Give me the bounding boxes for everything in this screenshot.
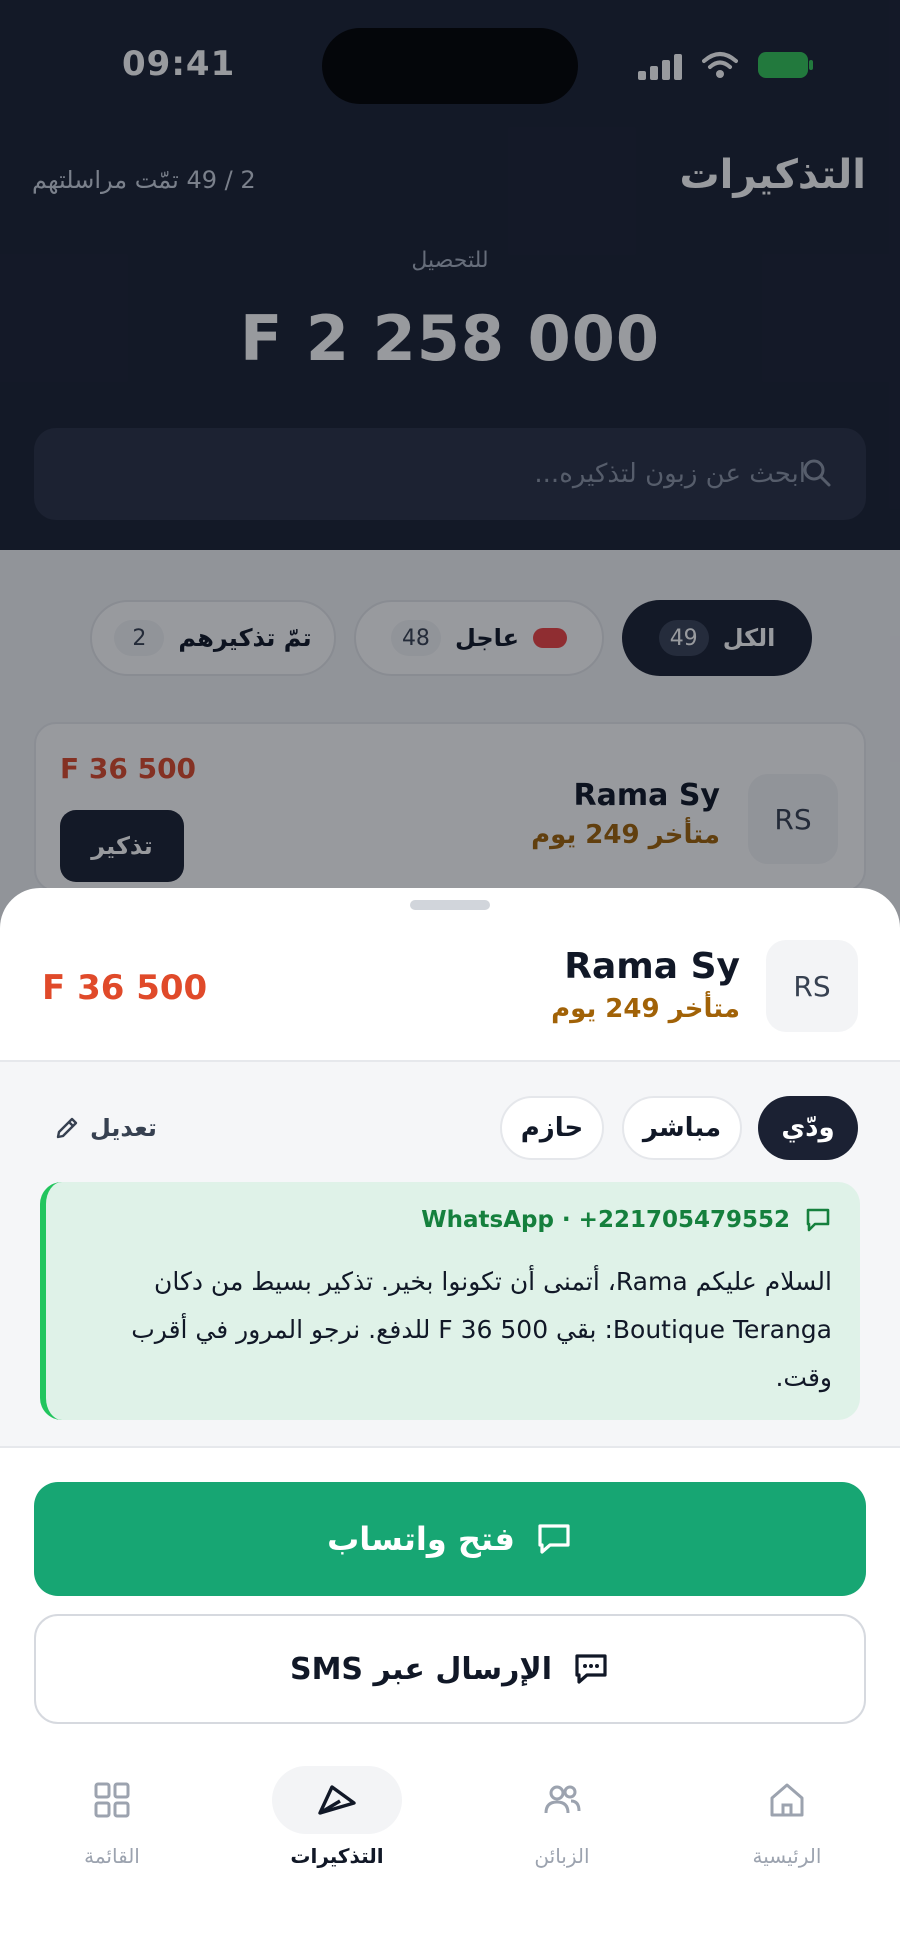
nav-home-label: الرئيسية <box>752 1844 822 1868</box>
customer-amount: F 36 500 <box>42 968 208 1008</box>
sheet-grabber[interactable] <box>410 900 490 910</box>
nav-home-icon-wrap <box>722 1766 852 1834</box>
nav-customers-label: الزبائن <box>534 1844 590 1868</box>
send-icon <box>318 1785 356 1815</box>
grid-icon <box>94 1782 130 1818</box>
users-icon <box>544 1785 581 1814</box>
tone-firm[interactable]: حازم <box>500 1096 604 1160</box>
customer-name: Rama Sy <box>564 946 740 987</box>
sms-icon <box>575 1654 607 1684</box>
nav-home[interactable]: الرئيسية <box>712 1766 862 1886</box>
nav-reminders-icon-wrap <box>272 1766 402 1834</box>
chat-bubble-icon <box>806 1208 830 1232</box>
nav-menu-icon-wrap <box>47 1766 177 1834</box>
tone-friendly[interactable]: ودّي <box>758 1096 858 1160</box>
pencil-icon <box>56 1117 78 1139</box>
nav-reminders-label: التذكيرات <box>290 1844 384 1868</box>
nav-customers[interactable]: الزبائن <box>487 1766 637 1886</box>
message-preview: WhatsApp · +221705479552 السلام عليكم Ra… <box>40 1182 860 1420</box>
nav-menu[interactable]: القائمة <box>37 1766 187 1886</box>
send-sms-button[interactable]: الإرسال عبر SMS <box>34 1614 866 1724</box>
edit-label: تعديل <box>90 1114 157 1142</box>
sms-button-label: الإرسال عبر SMS <box>289 1651 553 1687</box>
avatar: RS <box>766 940 858 1032</box>
home-icon <box>770 1783 804 1817</box>
tone-direct[interactable]: مباشر <box>622 1096 742 1160</box>
edit-message-button[interactable]: تعديل <box>54 1114 157 1142</box>
nav-customers-icon-wrap <box>497 1766 627 1834</box>
whatsapp-button-label: فتح واتساب <box>327 1520 515 1558</box>
chat-bubble-icon <box>538 1524 570 1554</box>
nav-reminders[interactable]: التذكيرات <box>262 1766 412 1886</box>
message-channel: WhatsApp · +221705479552 <box>421 1206 832 1234</box>
bottom-nav: الرئيسية الزبائن التذكيرات القائمة <box>0 1748 900 1955</box>
overdue-text: متأخر 249 يوم <box>551 994 740 1024</box>
nav-menu-label: القائمة <box>84 1844 140 1868</box>
open-whatsapp-button[interactable]: فتح واتساب <box>34 1482 866 1596</box>
reminder-sheet: RS Rama Sy متأخر 249 يوم F 36 500 ودّي م… <box>0 888 900 1955</box>
message-body: السلام عليكم Rama، أتمنى أن تكونوا بخير.… <box>131 1267 832 1392</box>
message-composer: ودّي مباشر حازم تعديل WhatsApp · +221705… <box>0 1060 900 1448</box>
channel-text: WhatsApp · +221705479552 <box>421 1207 790 1233</box>
